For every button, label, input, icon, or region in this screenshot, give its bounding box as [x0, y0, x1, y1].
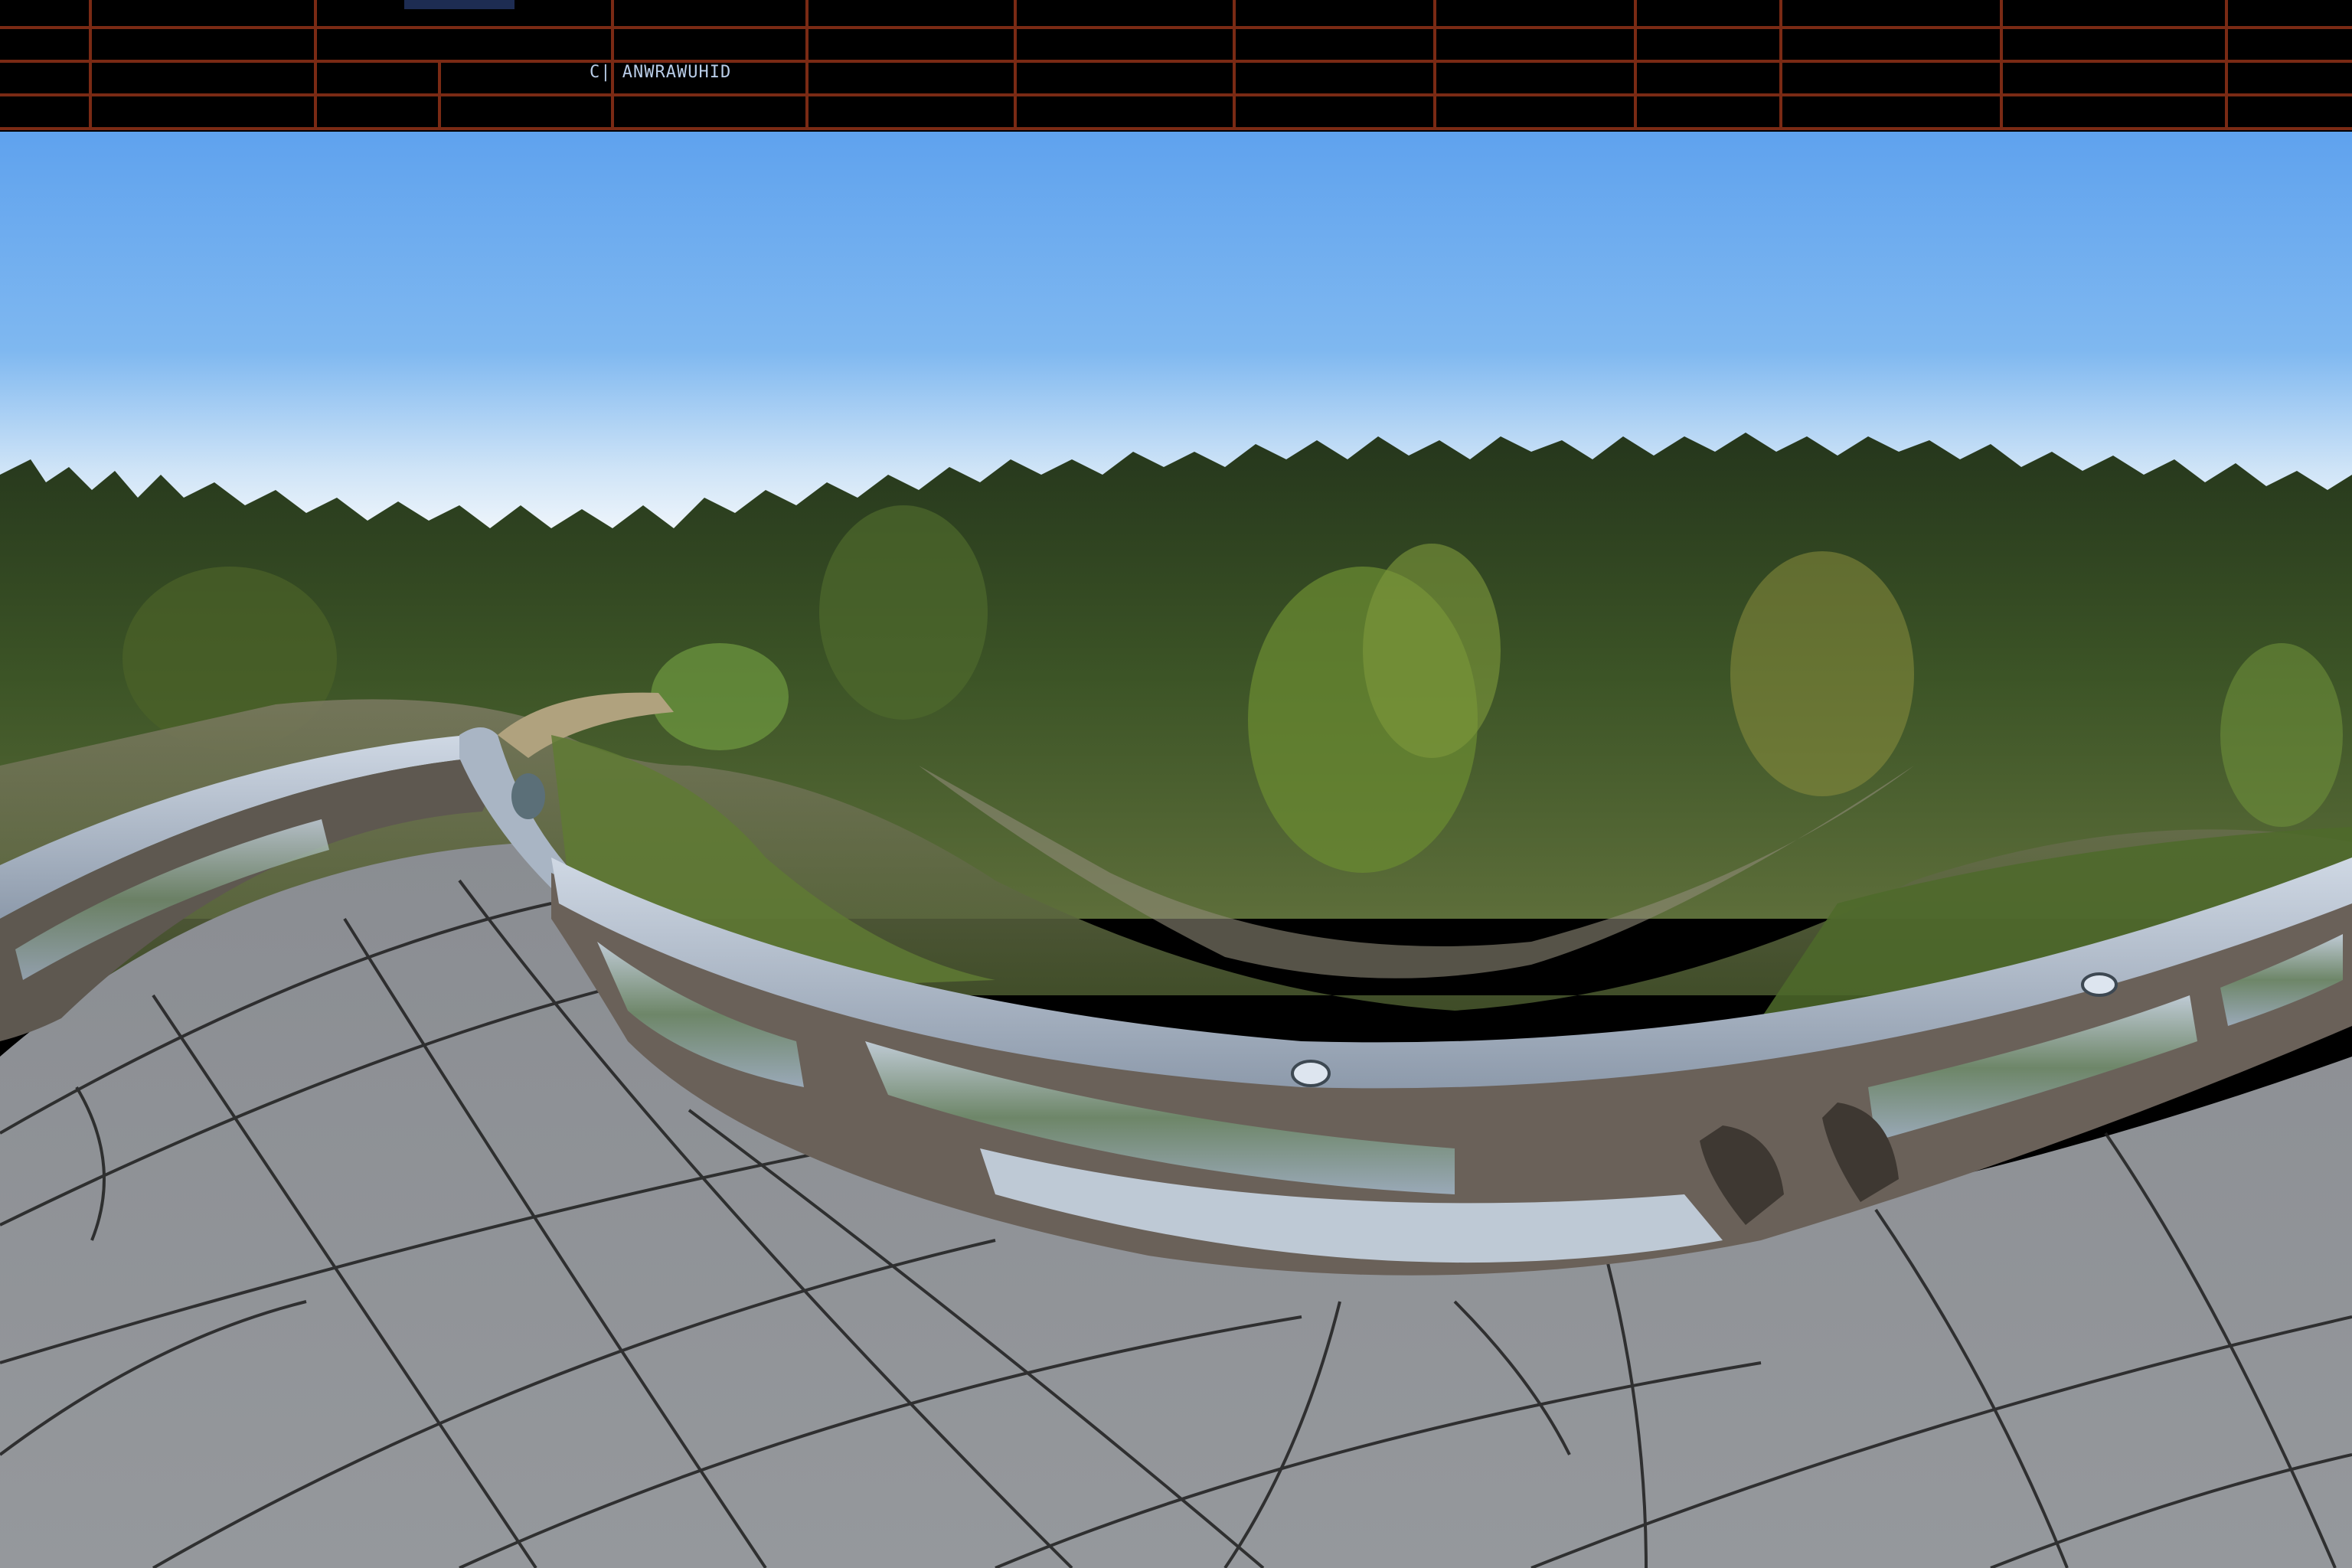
panorama-scene: C| ANWRAWUHID: [0, 0, 2352, 1568]
header-strip: [0, 0, 2352, 132]
header-strip-label: C| ANWRAWUHID: [590, 63, 732, 82]
